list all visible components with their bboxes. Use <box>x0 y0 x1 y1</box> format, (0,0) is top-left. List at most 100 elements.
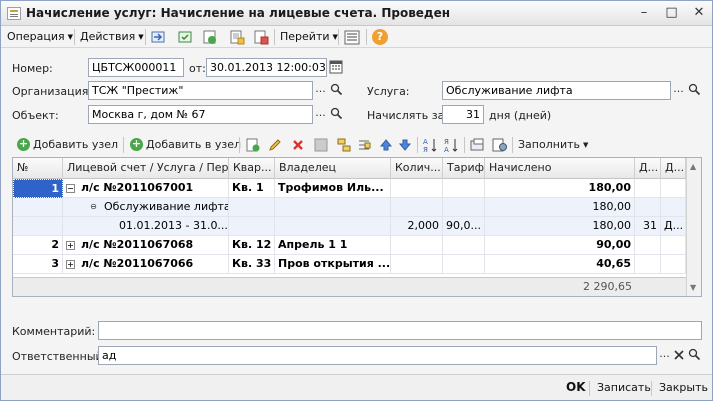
list-view-icon[interactable] <box>344 30 360 45</box>
charge-days-field[interactable]: 31 <box>442 105 484 124</box>
tree-level-icon[interactable] <box>357 138 371 152</box>
owner-cell <box>275 198 391 217</box>
search-icon[interactable] <box>330 107 343 120</box>
column-header-quantity[interactable]: Колич... <box>391 158 443 179</box>
select-service-button[interactable]: ... <box>671 81 686 100</box>
post-icon[interactable] <box>178 30 194 45</box>
organization-label: Организация: <box>12 85 93 98</box>
add-node-icon: + <box>17 137 30 151</box>
table-row[interactable]: 01.01.2013 - 31.0... 2,000 90,0... 180,0… <box>13 217 686 236</box>
object-field[interactable]: Москва г, дом № 67 <box>88 105 313 124</box>
save-button[interactable]: Записать <box>597 379 651 397</box>
hierarchy-icon[interactable] <box>337 138 351 152</box>
add-in-node-icon: + <box>130 137 143 151</box>
column-header-account[interactable]: Лицевой счет / Услуга / Пер... <box>63 158 229 179</box>
search-icon[interactable] <box>688 83 701 96</box>
row-number <box>13 217 63 236</box>
sort-ascending-icon[interactable]: AЯ <box>423 137 438 153</box>
ok-button[interactable]: OK <box>566 379 586 397</box>
column-header-num[interactable]: № <box>13 158 63 179</box>
toolbar-separator <box>589 381 590 396</box>
tariff-cell <box>443 236 485 255</box>
maximize-button[interactable]: □ <box>663 5 681 22</box>
column-header-tariff[interactable]: Тариф <box>443 158 485 179</box>
post-row-icon[interactable] <box>314 138 328 152</box>
tariff-cell <box>443 179 485 198</box>
responsible-field[interactable]: ад <box>98 346 657 365</box>
search-icon[interactable] <box>688 348 701 361</box>
scroll-up-icon[interactable]: ▲ <box>690 162 696 171</box>
help-button[interactable]: ? <box>372 29 388 45</box>
sort-descending-icon[interactable]: ЯA <box>444 137 459 153</box>
d2-cell <box>661 198 686 217</box>
svg-text:A: A <box>444 146 449 153</box>
post-and-close-icon[interactable] <box>151 30 167 45</box>
collapse-icon[interactable]: ⊖ <box>89 202 98 212</box>
charged-cell: 90,00 <box>485 236 635 255</box>
move-up-icon[interactable] <box>379 138 393 152</box>
vertical-scrollbar[interactable]: ▲ ▼ <box>686 158 701 296</box>
fill-menu[interactable]: Заполнить ▼ <box>518 138 588 151</box>
charged-cell: 180,00 <box>485 198 635 217</box>
column-header-charged[interactable]: Начислено <box>485 158 635 179</box>
delete-icon[interactable] <box>291 138 305 152</box>
calendar-icon[interactable] <box>329 60 343 74</box>
add-node-button[interactable]: Добавить узел <box>33 138 118 151</box>
refresh-icon[interactable] <box>202 30 218 45</box>
structure-icon[interactable] <box>253 30 269 45</box>
tariff-cell <box>443 255 485 274</box>
d1-cell: 31 <box>635 217 661 236</box>
minimize-button[interactable]: – <box>635 5 653 22</box>
settings-icon[interactable] <box>492 138 507 152</box>
table-row[interactable]: ⊖ Обслуживание лифта 180,00 <box>13 198 686 217</box>
table-header: № Лицевой счет / Услуга / Пер... Квар...… <box>13 158 701 179</box>
column-header-flat[interactable]: Квар... <box>229 158 275 179</box>
actions-menu[interactable]: Действия ▼ <box>80 29 144 46</box>
table-row[interactable]: 3 + л/с №2011067066 Кв. 33 Пров открытия … <box>13 255 686 274</box>
expand-icon[interactable]: + <box>66 259 75 269</box>
responsible-label: Ответственный: <box>12 350 107 363</box>
add-in-node-button[interactable]: Добавить в узел <box>146 138 241 151</box>
collapse-icon[interactable]: − <box>66 183 75 193</box>
add-row-icon[interactable] <box>246 138 260 152</box>
charged-cell: 180,00 <box>485 179 635 198</box>
charged-cell: 180,00 <box>485 217 635 236</box>
copy-icon[interactable] <box>470 138 485 152</box>
toolbar-separator <box>366 29 367 45</box>
close-button[interactable]: ✕ <box>690 5 708 22</box>
search-icon[interactable] <box>330 83 343 96</box>
clear-icon[interactable] <box>673 349 685 361</box>
service-field[interactable]: Обслуживание лифта <box>442 81 671 100</box>
operation-menu[interactable]: Операция ▼ <box>7 29 73 46</box>
move-down-icon[interactable] <box>398 138 412 152</box>
dropdown-arrow-icon: ▼ <box>582 141 589 149</box>
column-header-d1[interactable]: Д... <box>635 158 661 179</box>
total-charged: 2 290,65 <box>583 280 632 293</box>
organization-field[interactable]: ТСЖ "Престиж" <box>88 81 313 100</box>
select-organization-button[interactable]: ... <box>313 81 328 100</box>
number-field[interactable]: ЦБТСЖ000011 <box>88 58 184 77</box>
row-number <box>13 198 63 217</box>
table-row[interactable]: 2 + л/с №2011067068 Кв. 12 Апрель 1 1 90,… <box>13 236 686 255</box>
table-row[interactable]: 1 − л/с №2011067001 Кв. 1 Трофимов Иль...… <box>13 179 686 198</box>
date-field[interactable]: 30.01.2013 12:00:03 <box>206 58 327 77</box>
select-responsible-button[interactable]: ... <box>657 346 672 365</box>
select-object-button[interactable]: ... <box>313 105 328 124</box>
column-header-owner[interactable]: Владелец <box>275 158 391 179</box>
close-form-button[interactable]: Закрыть <box>659 379 708 397</box>
column-header-d2[interactable]: Д... <box>661 158 686 179</box>
scroll-down-icon[interactable]: ▼ <box>690 283 696 292</box>
quantity-cell <box>391 255 443 274</box>
comment-field[interactable] <box>98 321 702 340</box>
d2-cell <box>661 236 686 255</box>
flat-cell <box>229 217 275 236</box>
toolbar-separator <box>651 381 652 396</box>
print-icon[interactable] <box>229 30 245 45</box>
goto-menu[interactable]: Перейти ▼ <box>280 29 338 46</box>
svg-text:Я: Я <box>444 138 449 146</box>
d2-cell <box>661 179 686 198</box>
toolbar-separator <box>123 137 124 153</box>
edit-icon[interactable] <box>268 138 282 152</box>
d1-cell <box>635 179 661 198</box>
expand-icon[interactable]: + <box>66 240 75 250</box>
